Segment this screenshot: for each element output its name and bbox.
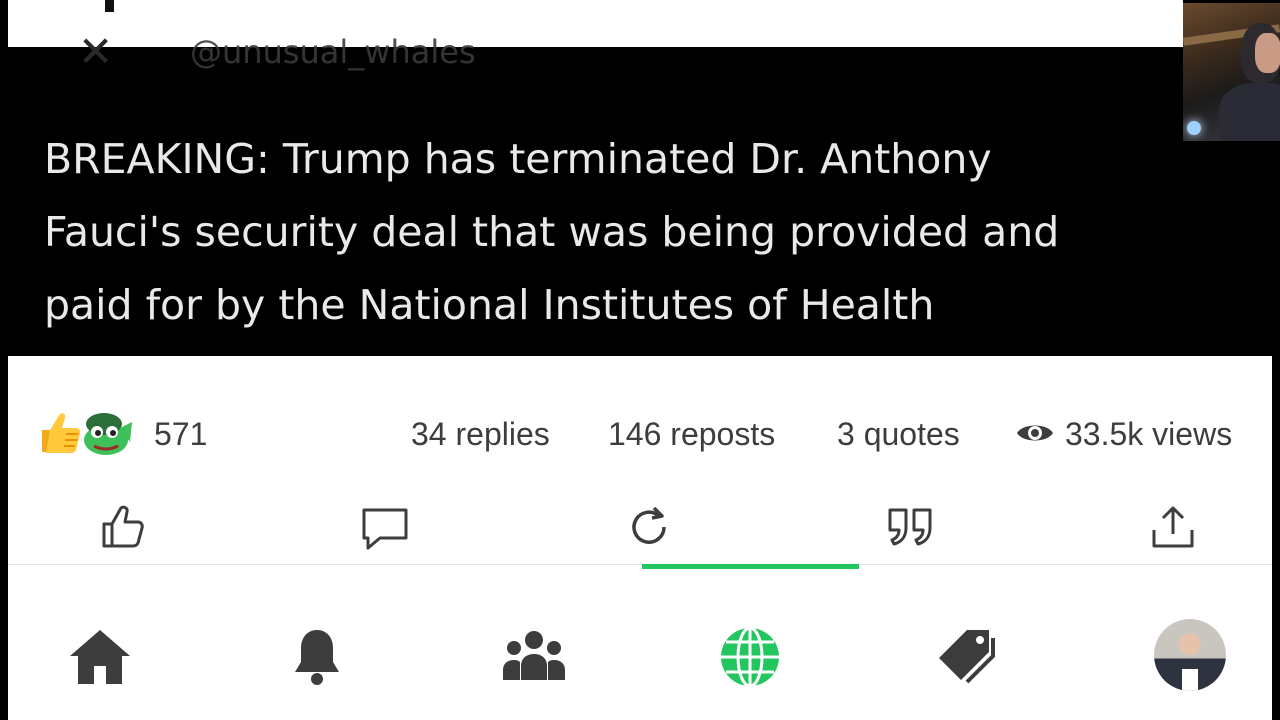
webcam-overlay [1183,3,1280,141]
globe-icon [721,626,779,688]
thumbs-up-emoji-icon [42,413,81,453]
tweet-line: Fauci's security deal that was being pro… [44,208,1060,256]
views-count[interactable]: 33.5k views [1065,416,1232,452]
quote-button[interactable] [886,502,936,552]
nav-explore[interactable] [717,624,783,690]
reply-button[interactable] [360,502,410,552]
share-button[interactable] [1148,502,1198,552]
bell-icon [295,630,339,685]
people-icon [503,631,565,680]
share-icon [1152,506,1194,548]
tweet-card: ✕ @unusual_whales BREAKING: Trump has te… [8,27,1183,356]
comment-icon [362,508,408,550]
like-button[interactable] [98,502,148,552]
quote-icon [888,508,932,546]
home-icon [70,630,130,684]
text-cursor [105,0,114,12]
replies-count[interactable]: 34 replies [411,416,550,452]
quotes-count[interactable]: 3 quotes [837,416,960,452]
top-bar [8,0,1183,47]
reactions-count[interactable]: 571 [154,416,207,452]
bottom-nav [8,616,1272,716]
profile-avatar[interactable] [1154,619,1226,691]
divider [8,564,1272,565]
tweet-handle: @unusual_whales [190,33,476,71]
reactions[interactable] [36,408,136,458]
nav-groups[interactable] [501,624,567,690]
tags-icon [939,630,995,684]
repost-icon [632,506,666,544]
nav-home[interactable] [67,624,133,690]
nav-tags[interactable] [935,624,1001,690]
reposts-count[interactable]: 146 reposts [608,416,775,452]
eye-icon [1017,425,1053,441]
tweet-line: paid for by the National Institutes of H… [44,281,935,329]
tweet-text: BREAKING: Trump has terminated Dr. Antho… [44,123,1194,342]
active-tab-indicator [642,564,859,569]
tweet-line: BREAKING: Trump has terminated Dr. Antho… [44,135,992,183]
frog-salute-emoji-icon [84,413,132,455]
repost-button[interactable] [624,502,674,552]
post-actions [8,496,1272,566]
nav-notifications[interactable] [284,624,350,690]
x-logo-icon: ✕ [78,27,114,76]
post-stats: 571 34 replies 146 reposts 3 quotes 33.5… [8,356,1272,506]
post-panel: 571 34 replies 146 reposts 3 quotes 33.5… [8,356,1272,720]
thumbs-up-icon [102,505,144,548]
